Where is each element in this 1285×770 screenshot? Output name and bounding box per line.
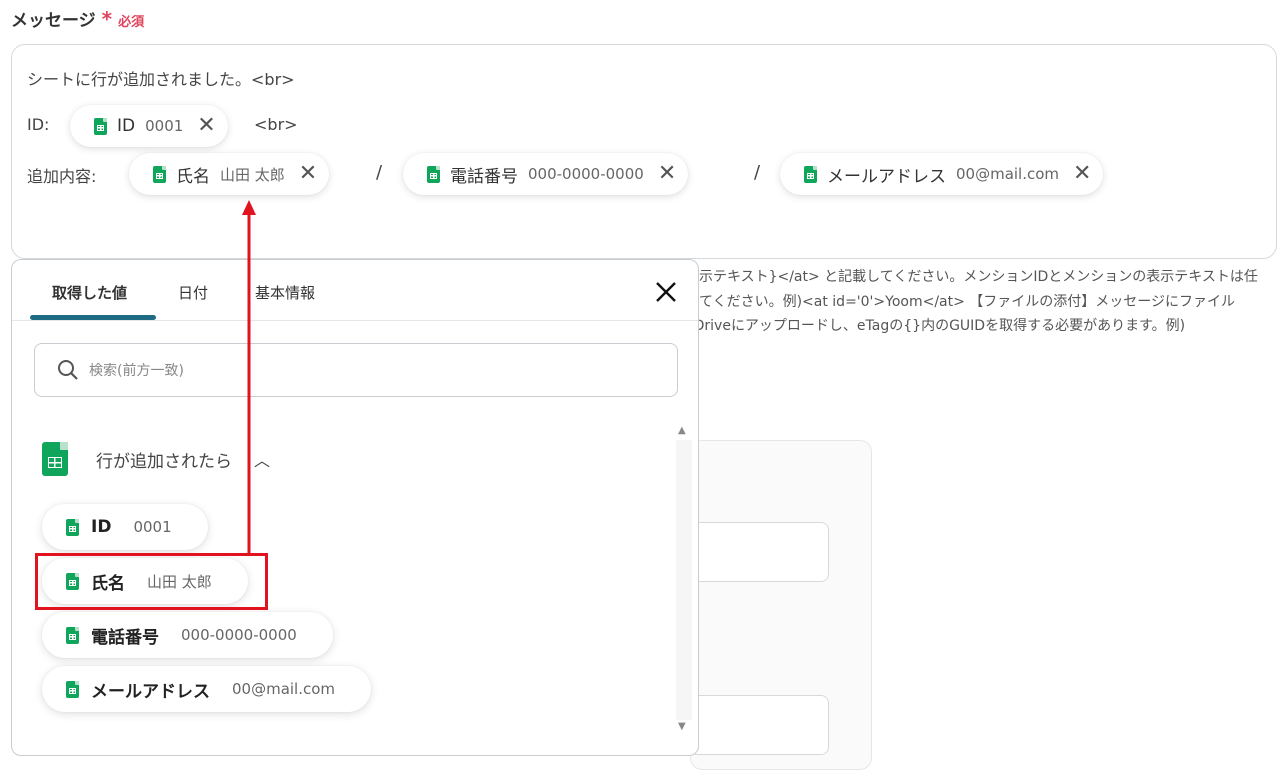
chip-name: ID [117, 116, 136, 136]
highlight-box [35, 553, 268, 610]
active-tab-indicator [30, 315, 156, 320]
required-star: * [101, 7, 113, 31]
scrollbar[interactable] [676, 440, 692, 720]
background-input [689, 695, 829, 755]
option-value: 000-0000-0000 [181, 626, 297, 644]
chip-phone[interactable]: 電話番号 000-0000-0000 ✕ [403, 153, 689, 195]
remove-chip-icon[interactable]: ✕ [197, 115, 215, 137]
message-line-1: シートに行が追加されました。<br> [27, 70, 295, 89]
tab-date[interactable]: 日付 [178, 282, 208, 303]
chip-value: 山田 太郎 [220, 165, 285, 184]
google-sheets-icon [153, 165, 166, 183]
help-text-line-1: 表示テキスト}</at> と記載してください。メンションIDとメンションの表示テ… [685, 269, 1258, 285]
popup-tabs: 取得した値 日付 基本情報 [12, 260, 698, 321]
message-line-2-suffix: <br> [254, 115, 298, 134]
google-sheets-icon [42, 442, 68, 476]
google-sheets-icon [66, 518, 79, 536]
chip-name: 氏名 [176, 166, 210, 187]
option-name: ID [91, 517, 112, 537]
option-value: 0001 [133, 518, 172, 536]
google-sheets-icon [804, 165, 817, 183]
close-icon[interactable] [652, 278, 680, 306]
scroll-up-icon[interactable]: ▲ [678, 425, 686, 436]
option-phone[interactable]: 電話番号 000-0000-0000 [42, 612, 333, 658]
chip-name: メールアドレス [827, 166, 946, 187]
required-text: 必須 [118, 15, 145, 30]
background-input [689, 522, 829, 582]
option-name: メールアドレス [91, 681, 210, 702]
group-label: 行が追加されたら [96, 451, 232, 472]
google-sheets-icon [427, 165, 440, 183]
message-line-2-prefix: ID: [27, 115, 50, 134]
tab-acquired-values[interactable]: 取得した値 [52, 282, 127, 303]
chip-value: 0001 [145, 117, 184, 135]
search-placeholder: 検索(前方一致) [89, 363, 184, 379]
option-name: 電話番号 [91, 627, 159, 648]
option-id[interactable]: ID 0001 [42, 504, 208, 550]
message-line-3-prefix: 追加内容: [27, 167, 97, 186]
value-picker-popup: 取得した値 日付 基本情報 検索(前方一致) ▲ ▼ 行が追加されたら ︿ ID… [11, 259, 699, 756]
google-sheets-icon [66, 680, 79, 698]
chip-id[interactable]: ID 0001 ✕ [70, 105, 228, 147]
field-label-row: メッセージ * 必須 [11, 6, 144, 31]
chevron-up-icon[interactable]: ︿ [254, 447, 270, 471]
option-email[interactable]: メールアドレス 00@mail.com [42, 666, 372, 712]
background-card [689, 440, 872, 770]
chip-value: 00@mail.com [956, 165, 1060, 183]
chip-value: 000-0000-0000 [528, 165, 644, 183]
option-value: 00@mail.com [232, 680, 336, 698]
remove-chip-icon[interactable]: ✕ [1073, 163, 1091, 185]
tab-basic-info[interactable]: 基本情報 [255, 282, 315, 303]
chip-name: 電話番号 [450, 166, 518, 187]
chip-name-field[interactable]: 氏名 山田 太郎 ✕ [129, 153, 330, 195]
remove-chip-icon[interactable]: ✕ [299, 163, 317, 185]
separator: / [376, 162, 383, 183]
field-label: メッセージ [11, 11, 96, 31]
message-editor[interactable]: シートに行が追加されました。<br> ID: ID 0001 ✕ <br> 追加… [11, 44, 1277, 259]
google-sheets-icon [94, 117, 107, 135]
group-header[interactable]: 行が追加されたら ︿ [42, 442, 270, 476]
search-input[interactable]: 検索(前方一致) [34, 343, 678, 397]
help-text-line-3: eDriveにアップロードし、eTagの{}内のGUIDを取得する必要があります… [685, 318, 1186, 334]
search-icon [58, 360, 78, 380]
remove-chip-icon[interactable]: ✕ [658, 163, 676, 185]
google-sheets-icon [66, 626, 79, 644]
chip-email[interactable]: メールアドレス 00@mail.com ✕ [780, 153, 1104, 195]
scroll-down-icon[interactable]: ▼ [678, 721, 686, 732]
help-text-line-2: せてください。例)<at id='0'>Yoom</at> 【ファイルの添付】メ… [685, 294, 1236, 310]
separator: / [754, 162, 761, 183]
